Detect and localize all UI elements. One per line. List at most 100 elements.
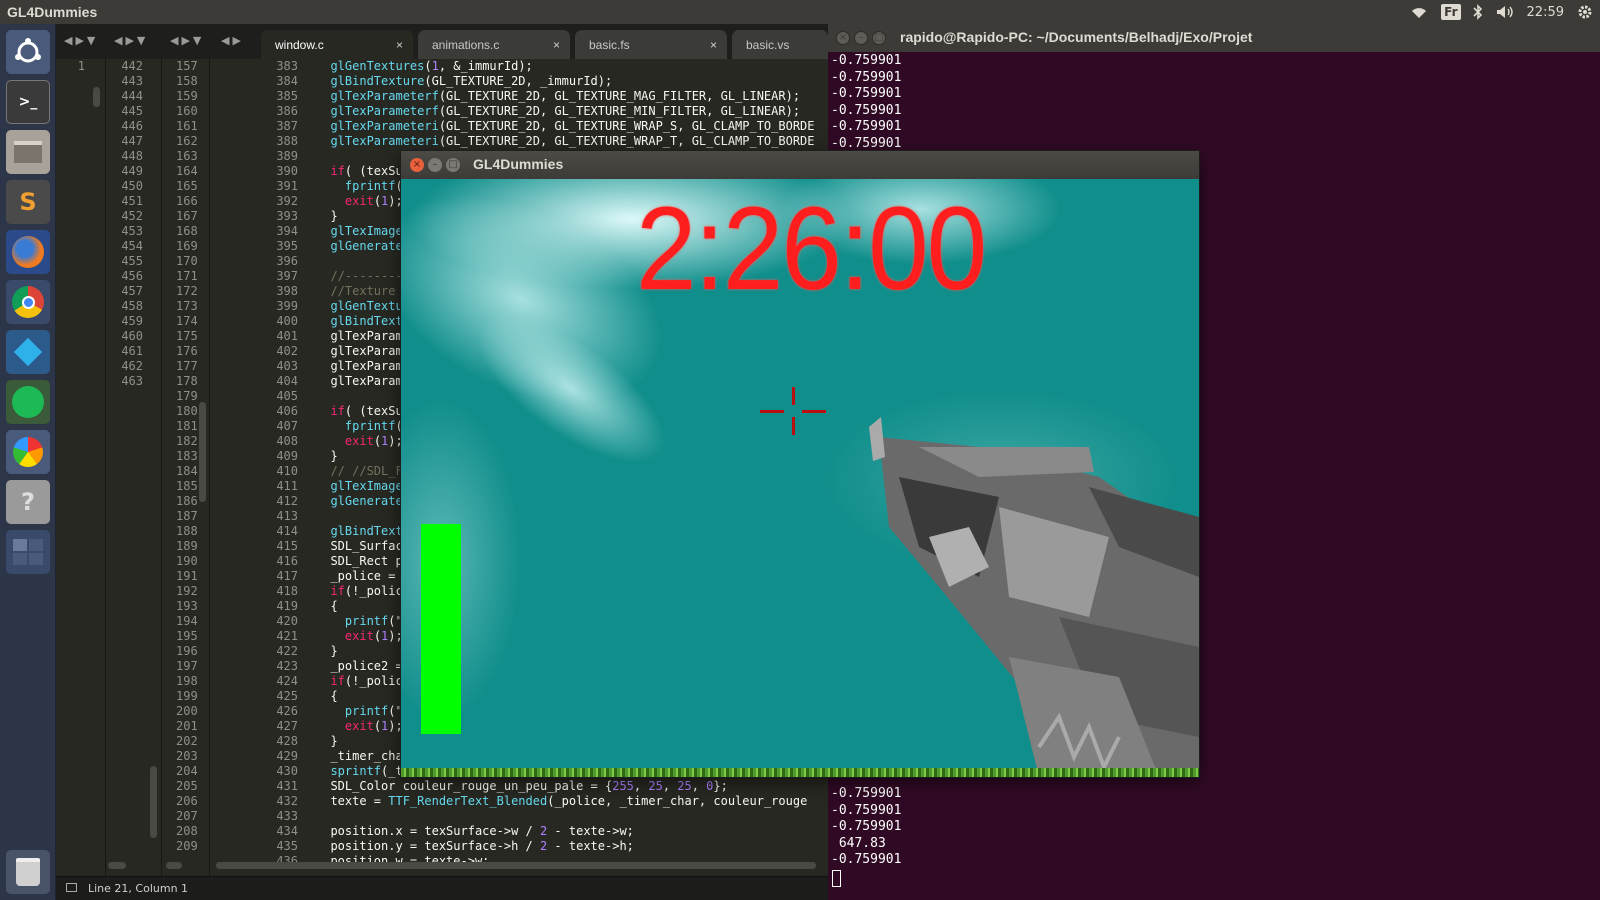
terminal-icon[interactable]: >_ [6,80,50,124]
line-number: 158 [176,74,198,88]
panel-toggle-icon[interactable] [66,883,77,892]
sublime-text-icon[interactable]: S [6,180,50,224]
close-icon[interactable]: × [410,158,424,172]
line-number: 434 [276,824,298,838]
line-number: 207 [176,809,198,823]
spotify-icon[interactable] [6,380,50,424]
line-number: 406 [276,404,298,418]
line-number: 157 [176,59,198,73]
code-line: 432 texte = TTF_RenderText_Blended(_poli… [266,794,828,809]
line-number: 422 [276,644,298,658]
line-number: 414 [276,524,298,538]
code-line: 388 glTexParameteri(GL_TEXTURE_2D, GL_TE… [266,134,828,149]
tab-basic-vs[interactable]: basic.vs [732,30,828,59]
pane-divider [209,59,210,876]
tab-close-icon[interactable]: × [396,38,403,52]
terminal-line: -0.759901 [831,119,902,135]
tab-basic-fs[interactable]: basic.fs × [575,30,727,59]
line-number: 463 [121,374,143,388]
code-text: exit(1); [344,434,403,448]
code-text: } [316,734,338,748]
maximize-icon[interactable]: □ [872,31,886,45]
line-number: 203 [176,749,198,763]
chrome-icon[interactable] [6,280,50,324]
pane2-scrollbar[interactable] [150,766,157,838]
tab-label: window.c [275,38,324,52]
maximize-icon[interactable]: □ [446,158,460,172]
picasa-icon[interactable] [6,430,50,474]
line-number: 163 [176,149,198,163]
code-text: { [316,599,338,613]
trash-icon[interactable] [6,850,50,894]
line-number: 209 [176,839,198,853]
settings-gear-icon[interactable] [1576,3,1594,21]
minimize-icon[interactable]: – [428,158,442,172]
line-number: 443 [121,74,143,88]
line-number: 450 [121,179,143,193]
pane1-nav-arrows[interactable]: ◀▶▼ [64,34,98,47]
terminal-title: rapido@Rapido-PC: ~/Documents/Belhadj/Ex… [900,29,1253,45]
line-number: 384 [276,74,298,88]
tab-close-icon[interactable]: × [553,38,560,52]
terminal-line: -0.759901 [831,102,902,118]
code-line: 431 SDL_Color couleur_rouge_un_peu_pale … [266,779,828,794]
line-number: 1 [77,59,85,73]
line-number: 409 [276,449,298,463]
line-number: 162 [176,134,198,148]
pane3-scrollbar[interactable] [199,402,206,502]
code-text: exit(1); [344,629,403,643]
game-title: GL4Dummies [473,156,564,172]
volume-icon[interactable] [1495,4,1515,20]
terminal-output-bottom: -0.759901 -0.759901 -0.759901 647.83 -0.759… [831,786,901,869]
code-hscroll[interactable] [216,862,816,869]
code-text: glGenTextures(1, &_immurId); [330,59,533,73]
line-number: 420 [276,614,298,628]
close-icon[interactable]: × [836,31,850,45]
pane2-hscroll[interactable] [108,862,126,869]
line-number: 459 [121,314,143,328]
line-number: 421 [276,629,298,643]
files-icon[interactable] [6,130,50,174]
line-number: 200 [176,704,198,718]
game-titlebar: × – □ GL4Dummies [401,151,1199,179]
line-number: 403 [276,359,298,373]
line-number: 176 [176,344,198,358]
line-number: 173 [176,299,198,313]
firefox-icon[interactable] [6,230,50,274]
bluetooth-icon[interactable] [1472,4,1483,20]
line-number: 201 [176,719,198,733]
pane2-nav-arrows[interactable]: ◀▶▼ [114,34,148,47]
kodi-icon[interactable] [6,330,50,374]
line-number: 407 [276,419,298,433]
line-number: 430 [276,764,298,778]
tab-animations-c[interactable]: animations.c × [418,30,570,59]
minimize-icon[interactable]: – [854,31,868,45]
tab-window-c[interactable]: window.c × [261,30,413,59]
keyboard-layout-indicator[interactable]: Fr [1441,4,1461,20]
line-number: 161 [176,119,198,133]
game-viewport[interactable]: 2:26:00 [401,179,1199,777]
help-icon[interactable]: ? [6,480,50,524]
workspaces-icon[interactable] [6,530,50,574]
code-text: position.x = texSurface->w / 2 - texte->… [316,824,634,838]
pane3-hscroll[interactable] [166,862,182,869]
pane3-nav-arrows[interactable]: ◀▶▼ [170,34,204,47]
code-line: 385 glTexParameterf(GL_TEXTURE_2D, GL_TE… [266,89,828,104]
code-text: glBindTexture(GL_TEXTURE_2D, _immurId); [330,74,613,88]
line-number: 417 [276,569,298,583]
pane4-nav-arrows[interactable]: ◀▶ [221,34,244,47]
tab-label: animations.c [432,38,500,52]
clock[interactable]: 22:59 [1527,5,1564,20]
terminal-line: 647.83 [831,835,886,851]
tab-close-icon[interactable]: × [710,38,717,52]
editor-tab-bar: ◀▶▼ ◀▶▼ ◀▶▼ ◀▶ window.c × animations.c ×… [56,24,828,59]
line-number: 192 [176,584,198,598]
ubuntu-dash-icon[interactable] [6,30,50,74]
unity-launcher: >_ S ? [0,24,56,900]
weapon-model [869,417,1199,777]
code-line: 383 glGenTextures(1, &_immurId); [266,59,828,74]
pane1-gutter: 1 [56,59,105,876]
active-app-title: GL4Dummies [7,4,98,20]
wifi-icon[interactable] [1409,5,1429,19]
pane1-scrollbar[interactable] [93,87,100,107]
